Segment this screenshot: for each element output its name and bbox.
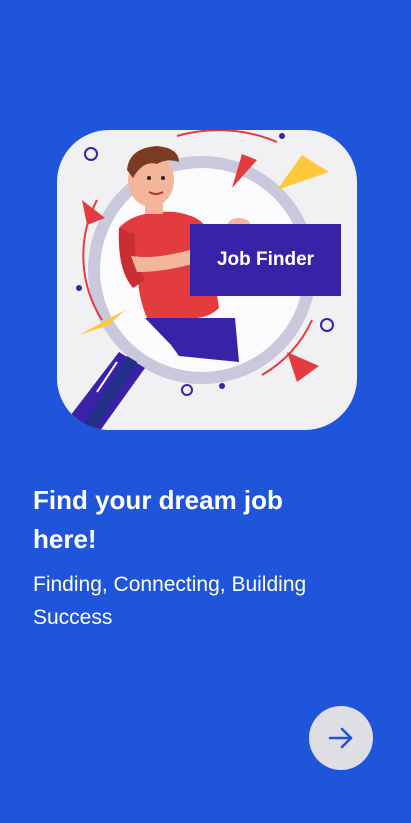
onboarding-illustration: Job Finder <box>57 130 357 430</box>
next-button[interactable] <box>309 706 373 770</box>
arrow-right-icon <box>328 727 353 749</box>
subtitle: Finding, Connecting, Building Success <box>33 573 307 629</box>
headline: Find your dream job here! <box>33 485 283 554</box>
job-finder-sign: Job Finder <box>190 224 341 296</box>
